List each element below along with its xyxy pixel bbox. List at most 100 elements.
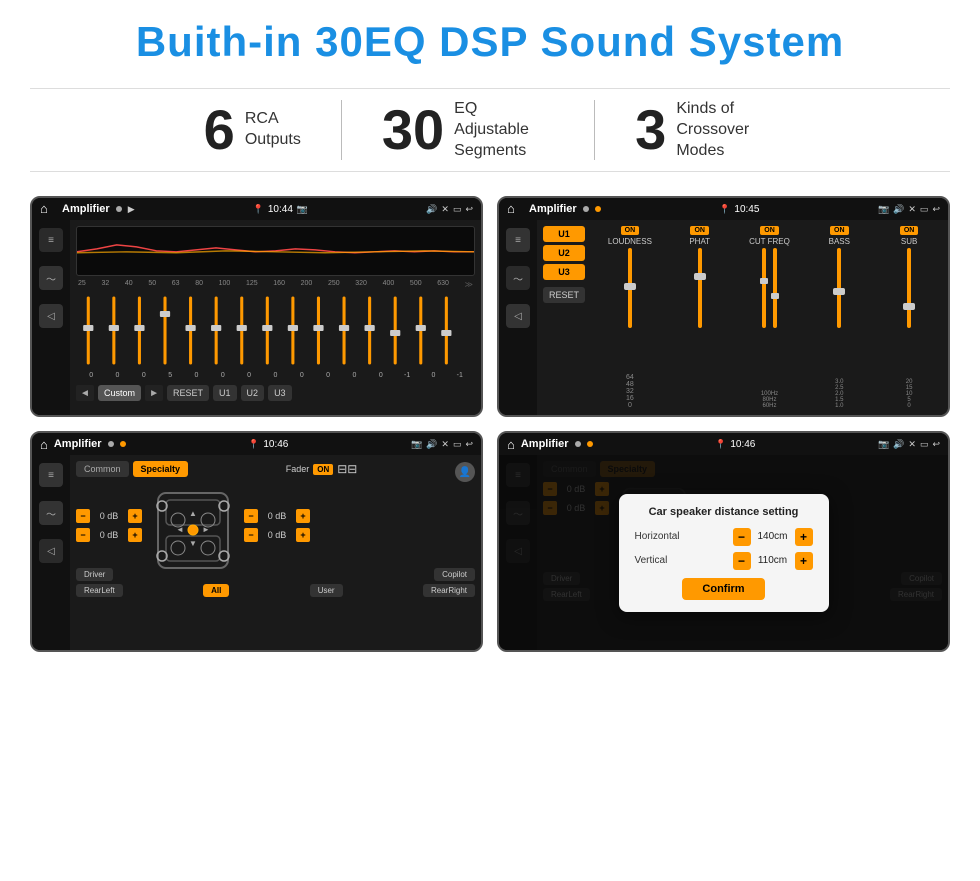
screen-eq: Amplifier ▶ 📍 10:44 📷 🔊 ✕ ▭ ↩ [30, 196, 483, 417]
phat-col: ON PHAT [667, 226, 733, 409]
stat-number-eq: 30 [382, 102, 444, 158]
vertical-minus-btn[interactable]: − [733, 552, 751, 570]
status-dot-2 [583, 206, 589, 212]
plus-btn-br[interactable]: + [296, 528, 310, 542]
app-name-1: Amplifier [62, 203, 110, 215]
stat-number-crossover: 3 [635, 102, 666, 158]
next-btn[interactable]: ► [145, 385, 163, 401]
home-icon-3[interactable]: ⌂ [40, 437, 48, 452]
stat-label-crossover: Kinds ofCrossover Modes [676, 99, 776, 161]
custom-preset-btn[interactable]: Custom [98, 385, 141, 401]
status-bar-2: ⌂ Amplifier 📍 10:45 📷 🔊 ✕ ▭ ↩ [499, 198, 948, 220]
cutfreq-col: ON CUT FREQ [737, 226, 803, 409]
bottom-btns-3b: RearLeft All User RearRight [76, 584, 475, 597]
common-tab-3[interactable]: Common [76, 461, 129, 477]
screen2-body: ≡ 〜 ◁ U1 U2 U3 RESET ON LOU [499, 220, 948, 415]
db-row-tr: − 0 dB + [244, 509, 310, 523]
status-right-1: 🔊 ✕ ▭ ↩ [426, 204, 473, 215]
screen-crossover: ⌂ Amplifier 📍 10:45 📷 🔊 ✕ ▭ ↩ [497, 196, 950, 417]
status-dot-4 [575, 441, 581, 447]
reset-btn-2[interactable]: RESET [543, 287, 585, 303]
all-btn-3[interactable]: All [203, 584, 229, 597]
profile-icon-3[interactable]: 👤 [455, 462, 475, 482]
stat-rca: 6 RCAOutputs [164, 102, 341, 158]
horizontal-plus-btn[interactable]: + [795, 528, 813, 546]
horizontal-minus-btn[interactable]: − [733, 528, 751, 546]
u3-tab[interactable]: U3 [543, 264, 585, 280]
phat-on[interactable]: ON [690, 226, 709, 235]
reset-btn-1[interactable]: RESET [167, 385, 209, 401]
prev-btn[interactable]: ◄ [76, 385, 94, 401]
stat-eq: 30 EQ AdjustableSegments [342, 99, 594, 161]
minus-btn-br[interactable]: − [244, 528, 258, 542]
status-right-4: 📷 🔊 ✕ ▭ ↩ [878, 439, 940, 450]
side-panel-3: ≡ 〜 ◁ [32, 455, 70, 650]
time-2: 10:45 [734, 204, 759, 215]
driver-btn-3[interactable]: Driver [76, 568, 113, 581]
cutfreq-on[interactable]: ON [760, 226, 779, 235]
vol-icon-3[interactable]: ◁ [39, 539, 63, 563]
dialog-row-vertical: Vertical − 110cm + [635, 552, 813, 570]
status-left-4: ⌂ Amplifier [507, 437, 593, 452]
bass-on[interactable]: ON [830, 226, 849, 235]
u2-btn-1[interactable]: U2 [241, 385, 265, 401]
plus-btn-bl[interactable]: + [128, 528, 142, 542]
status-dot-4b [587, 441, 593, 447]
vertical-plus-btn[interactable]: + [795, 552, 813, 570]
loudness-col: ON LOUDNESS 644832160 [597, 226, 663, 409]
stat-label-rca: RCAOutputs [245, 109, 301, 151]
sub-col: ON SUB 20151050 [876, 226, 942, 409]
app-name-2: Amplifier [529, 203, 577, 215]
eq-icon-2[interactable]: ≡ [506, 228, 530, 252]
horizontal-label: Horizontal [635, 531, 680, 542]
u1-tab[interactable]: U1 [543, 226, 585, 242]
left-controls: − 0 dB + − 0 dB + [76, 509, 142, 542]
screenshots-grid: Amplifier ▶ 📍 10:44 📷 🔊 ✕ ▭ ↩ [30, 196, 950, 652]
eq-values-row: 0 0 0 5 0 0 0 0 0 0 0 0 -1 0 -1 [76, 372, 475, 379]
vol-side-icon[interactable]: ◁ [39, 304, 63, 328]
user-btn-3[interactable]: User [310, 584, 343, 597]
u2-tab[interactable]: U2 [543, 245, 585, 261]
sub-label: SUB [901, 237, 917, 246]
dialog-row-horizontal: Horizontal − 140cm + [635, 528, 813, 546]
plus-btn-tr[interactable]: + [296, 509, 310, 523]
u1-btn-1[interactable]: U1 [213, 385, 237, 401]
eq-sliders-row [76, 293, 475, 368]
eq-icon-3[interactable]: ≡ [39, 463, 63, 487]
plus-btn-tl[interactable]: + [128, 509, 142, 523]
sub-on[interactable]: ON [900, 226, 919, 235]
rect-icon-1: ▭ [453, 204, 462, 215]
specialty-tab-3[interactable]: Specialty [133, 461, 189, 477]
fader-label: Fader [286, 464, 310, 474]
cam-icon-1: 📷 [297, 204, 308, 215]
rear-right-btn-3[interactable]: RearRight [423, 584, 475, 597]
wave-side-icon[interactable]: 〜 [39, 266, 63, 290]
home-icon-1[interactable] [40, 201, 56, 217]
u3-btn-1[interactable]: U3 [268, 385, 292, 401]
loudness-on[interactable]: ON [621, 226, 640, 235]
eq-freq-labels: 25 32 40 50 63 80 100 125 160 200 250 32… [76, 280, 475, 289]
minus-btn-tr[interactable]: − [244, 509, 258, 523]
wave-icon-3[interactable]: 〜 [39, 501, 63, 525]
time-1: 10:44 [268, 204, 293, 215]
eq-side-icon[interactable]: ≡ [39, 228, 63, 252]
copilot-btn-3[interactable]: Copilot [434, 568, 475, 581]
confirm-button[interactable]: Confirm [682, 578, 764, 600]
status-dot-3b [120, 441, 126, 447]
status-dot-1 [116, 206, 122, 212]
status-left-1: Amplifier ▶ [40, 201, 135, 217]
rear-left-btn-3[interactable]: RearLeft [76, 584, 123, 597]
home-icon-4[interactable]: ⌂ [507, 437, 515, 452]
minus-btn-bl[interactable]: − [76, 528, 90, 542]
vol-icon-2[interactable]: ◁ [506, 304, 530, 328]
wave-icon-2[interactable]: 〜 [506, 266, 530, 290]
fader-row: Fader ON ⊟⊟ [286, 462, 358, 476]
status-center-4: 📍 10:46 [715, 439, 755, 450]
phat-label: PHAT [689, 237, 710, 246]
db-val-tr: 0 dB [262, 511, 292, 521]
fader-on-badge[interactable]: ON [313, 464, 333, 475]
minus-btn-tl[interactable]: − [76, 509, 90, 523]
home-icon-2[interactable]: ⌂ [507, 201, 523, 217]
bass-col: ON BASS 3.02.52.01.51.0 [806, 226, 872, 409]
vertical-controls: − 110cm + [733, 552, 813, 570]
